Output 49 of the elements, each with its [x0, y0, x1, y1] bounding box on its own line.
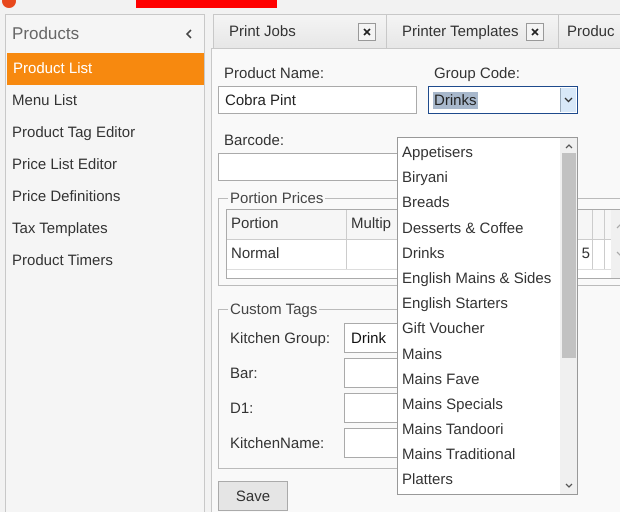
tab[interactable]: Printer Templates: [387, 14, 559, 48]
sidebar-item[interactable]: Menu List: [6, 85, 204, 117]
dropdown-arrow-icon[interactable]: [560, 88, 576, 112]
sidebar-item[interactable]: Product Timers: [6, 245, 204, 277]
sidebar-item[interactable]: Tax Templates: [6, 213, 204, 245]
dropdown-option[interactable]: Gift Voucher: [402, 316, 560, 342]
column-header[interactable]: Multip: [351, 215, 392, 232]
group-title: Custom Tags: [229, 301, 318, 318]
scroll-up-icon[interactable]: [564, 142, 574, 150]
column-header[interactable]: Portion: [227, 210, 347, 239]
table-cell: Normal: [227, 240, 347, 269]
close-icon[interactable]: [358, 22, 376, 40]
group-title: Portion Prices: [229, 190, 324, 207]
scrollbar[interactable]: [560, 138, 577, 494]
dropdown-option[interactable]: Platters: [402, 467, 560, 493]
dropdown-option[interactable]: Biryani: [402, 165, 560, 190]
close-icon[interactable]: [526, 22, 544, 40]
dropdown-field[interactable]: Drinks: [428, 86, 578, 114]
collapse-icon[interactable]: [185, 29, 192, 39]
dropdown-option[interactable]: Appetisers: [402, 140, 560, 166]
field-label: KitchenName:: [229, 434, 326, 452]
dropdown-field[interactable]: [344, 358, 400, 388]
sidebar-item[interactable]: Price List Editor: [6, 149, 204, 181]
sidebar-title: Products: [12, 24, 80, 44]
dropdown-field[interactable]: [344, 428, 400, 458]
dropdown-option[interactable]: Mains Specials: [402, 392, 560, 418]
dropdown-option[interactable]: Breads: [402, 190, 560, 216]
dropdown-option[interactable]: Desserts & Coffee: [402, 216, 560, 241]
dropdown-option[interactable]: Mains Fave: [402, 366, 560, 392]
field-label: Barcode:: [223, 131, 284, 151]
field-label: Bar:: [229, 364, 259, 382]
dropdown-option[interactable]: English Starters: [402, 291, 560, 316]
field-label: Kitchen Group:: [229, 330, 332, 346]
field-label: D1:: [229, 400, 254, 416]
input-field[interactable]: Cobra Pint: [218, 86, 417, 114]
tab[interactable]: Print Jobs: [213, 14, 387, 48]
dropdown-field[interactable]: Drink: [344, 323, 400, 353]
sidebar-item[interactable]: Price Definitions: [6, 181, 204, 213]
scrollbar-thumb[interactable]: [562, 153, 576, 358]
scroll-down-icon[interactable]: [564, 482, 574, 490]
field-label: Product Name:: [223, 64, 326, 84]
dropdown-option[interactable]: Mains Tandoori: [402, 417, 560, 442]
field-label: Group Code:: [433, 64, 521, 84]
save-button[interactable]: Save: [218, 481, 288, 511]
dropdown-field[interactable]: [344, 393, 400, 423]
dropdown-option[interactable]: Mains Traditional: [402, 442, 560, 468]
tab[interactable]: Produc: [559, 14, 620, 48]
dropdown-option[interactable]: Mains: [402, 342, 560, 367]
sidebar-item[interactable]: Product Tag Editor: [6, 117, 204, 149]
